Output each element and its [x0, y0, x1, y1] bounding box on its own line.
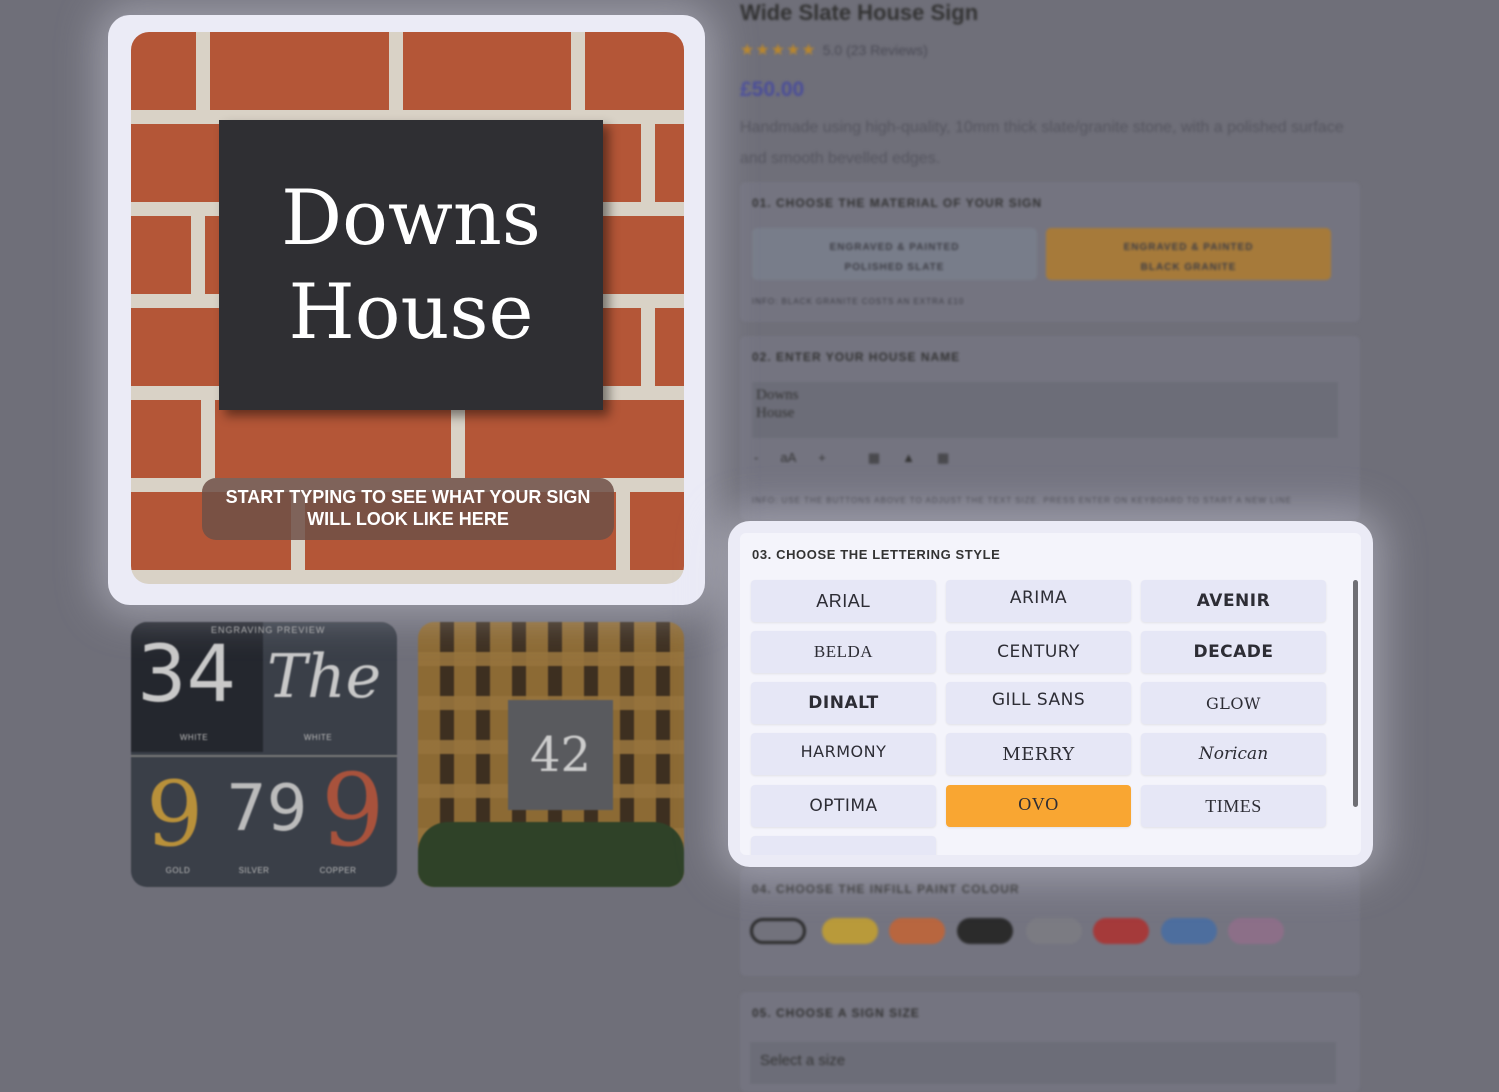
size-icon: aA [780, 450, 797, 465]
option-line: ENGRAVED & PAINTED [829, 242, 960, 253]
font-dinalt[interactable]: DINALT [751, 682, 936, 724]
thumb-text: 42 [508, 700, 613, 810]
thumb-label-copper: COPPER [319, 866, 357, 875]
font-optima[interactable]: OPTIMA [751, 785, 936, 827]
house-name-input[interactable]: Downs House [752, 382, 1338, 438]
lettering-section: 03. CHOOSE THE LETTERING STYLE ARIAL ARI… [740, 533, 1361, 855]
swatch-red[interactable] [1093, 918, 1149, 944]
swatch-white[interactable] [750, 918, 806, 944]
font-decade[interactable]: DECADE [1141, 631, 1326, 673]
thumb-text: 9 [321, 752, 385, 869]
scrollbar[interactable] [1353, 580, 1358, 807]
material-option-granite[interactable]: ENGRAVED & PAINTED BLACK GRANITE [1046, 228, 1331, 280]
sign-line-1: Downs [281, 173, 541, 262]
font-merry[interactable]: MERRY [946, 733, 1131, 775]
text-tools: - aA + ▦ ▲ ▦ [754, 450, 949, 466]
swatch-black[interactable] [957, 918, 1013, 944]
increase-size-button[interactable]: + [818, 450, 826, 466]
material-option-slate[interactable]: ENGRAVED & PAINTED POLISHED SLATE [752, 228, 1037, 280]
align-center-icon[interactable]: ▲ [902, 450, 915, 466]
swatch-silver[interactable] [1026, 918, 1082, 944]
preview-caption: START TYPING TO SEE WHAT YOUR SIGN WILL … [202, 478, 614, 540]
option-line: ENGRAVED & PAINTED [1123, 242, 1254, 253]
font-harmony[interactable]: HARMONY [751, 733, 936, 775]
thumb-label-silver: SILVER [238, 866, 270, 875]
section-heading: 05. CHOOSE A SIGN SIZE [752, 1006, 920, 1020]
slate-sign: Downs House [219, 120, 603, 410]
align-right-icon[interactable]: ▦ [937, 450, 949, 466]
paint-section: 04. CHOOSE THE INFILL PAINT COLOUR [740, 868, 1360, 976]
rating[interactable]: ★★★★★ 5.0 (23 Reviews) [740, 40, 928, 60]
star-icons: ★★★★★ [740, 42, 817, 59]
house-name-section: 02. ENTER YOUR HOUSE NAME Downs House - … [740, 336, 1360, 520]
thumbnail-garden-sign[interactable]: 42 [418, 622, 684, 887]
font-avenir[interactable]: AVENIR [1141, 580, 1326, 622]
rating-text: 5.0 (23 Reviews) [822, 42, 928, 58]
name-info: INFO: USE THE BUTTONS ABOVE TO ADJUST TH… [752, 496, 1292, 505]
option-line: BLACK GRANITE [1140, 262, 1237, 273]
font-norican[interactable]: Norican [1141, 733, 1326, 775]
section-heading: 04. CHOOSE THE INFILL PAINT COLOUR [752, 882, 1020, 896]
product-title: Wide Slate House Sign [740, 0, 979, 25]
font-arima[interactable]: ARIMA [946, 580, 1131, 622]
sign-line-2: House [288, 267, 534, 356]
section-heading: 03. CHOOSE THE LETTERING STYLE [752, 547, 1001, 562]
thumb-text: 34 [137, 630, 237, 720]
font-glow[interactable]: GLOW [1141, 682, 1326, 724]
material-info: INFO: BLACK GRANITE COSTS AN EXTRA £10 [752, 297, 965, 306]
description: Handmade using high-quality, 10mm thick … [740, 119, 1344, 167]
size-select[interactable]: Select a size [750, 1042, 1336, 1084]
swatch-copper[interactable] [889, 918, 945, 944]
thumbnail-engraving-preview[interactable]: ENGRAVING PREVIEW 34 The 9 79 9 WHITE WH… [131, 622, 397, 887]
font-ovo-selected[interactable]: OVO [946, 785, 1131, 827]
swatch-blue[interactable] [1161, 918, 1217, 944]
thumb-text: The [267, 642, 382, 712]
thumb-text: 9 [146, 762, 204, 867]
option-line: POLISHED SLATE [844, 262, 945, 273]
font-gill-sans[interactable]: GILL SANS [946, 682, 1131, 724]
decrease-size-button[interactable]: - [754, 450, 758, 466]
font-belda[interactable]: BELDA [751, 631, 936, 673]
font-times[interactable]: TIMES [1141, 785, 1326, 827]
price: £50.00 [740, 78, 805, 101]
swatch-gold[interactable] [822, 918, 878, 944]
size-section: 05. CHOOSE A SIGN SIZE Select a size [740, 992, 1360, 1092]
font-arial[interactable]: ARIAL [751, 580, 936, 622]
swatch-pink[interactable] [1228, 918, 1284, 944]
thumb-label-gold: GOLD [165, 866, 191, 875]
thumb-label-white: WHITE [179, 733, 209, 742]
thumb-label-white: WHITE [303, 733, 333, 742]
align-left-icon[interactable]: ▦ [868, 450, 880, 466]
font-century[interactable]: CENTURY [946, 631, 1131, 673]
material-section: 01. CHOOSE THE MATERIAL OF YOUR SIGN ENG… [740, 182, 1360, 322]
section-heading: 01. CHOOSE THE MATERIAL OF YOUR SIGN [752, 196, 1043, 210]
thumb-text: 79 [226, 772, 308, 846]
font-next-row[interactable] [751, 836, 936, 855]
section-heading: 02. ENTER YOUR HOUSE NAME [752, 350, 961, 364]
